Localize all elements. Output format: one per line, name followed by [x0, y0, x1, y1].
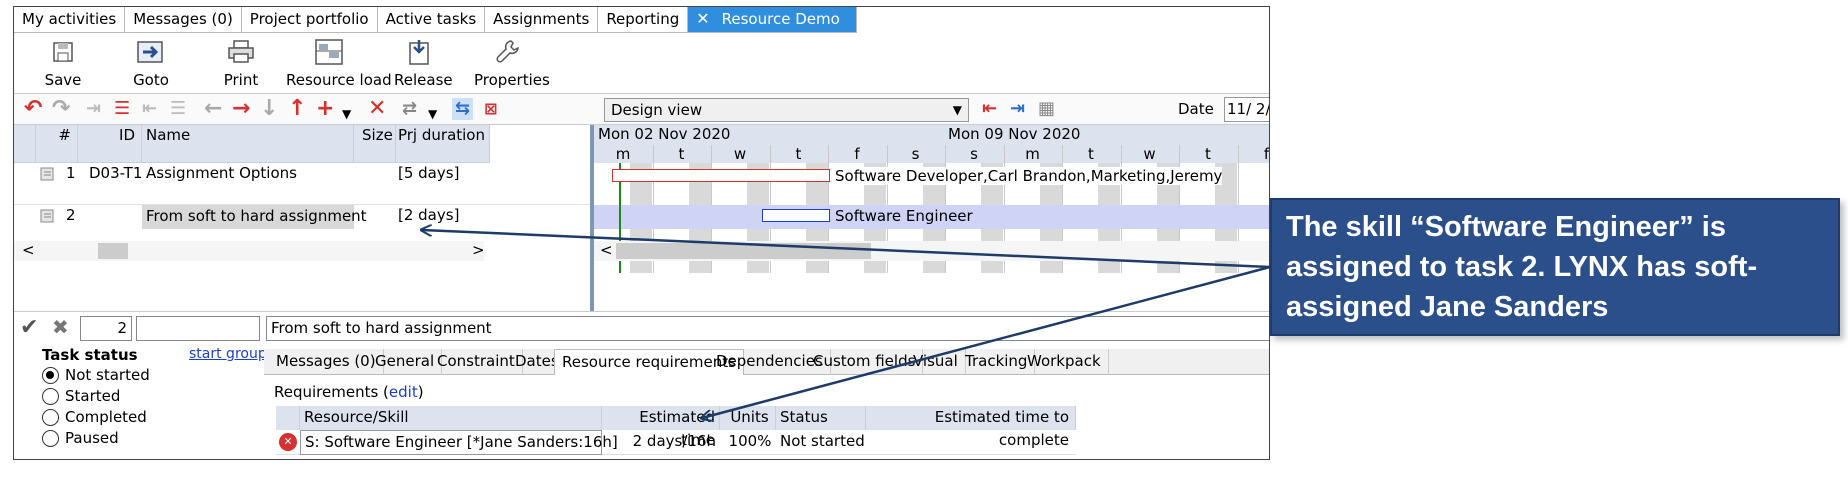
- annotation-arrow: [702, 265, 1271, 418]
- annotation-arrows: [0, 0, 1271, 478]
- annotation-arrow: [422, 230, 1271, 269]
